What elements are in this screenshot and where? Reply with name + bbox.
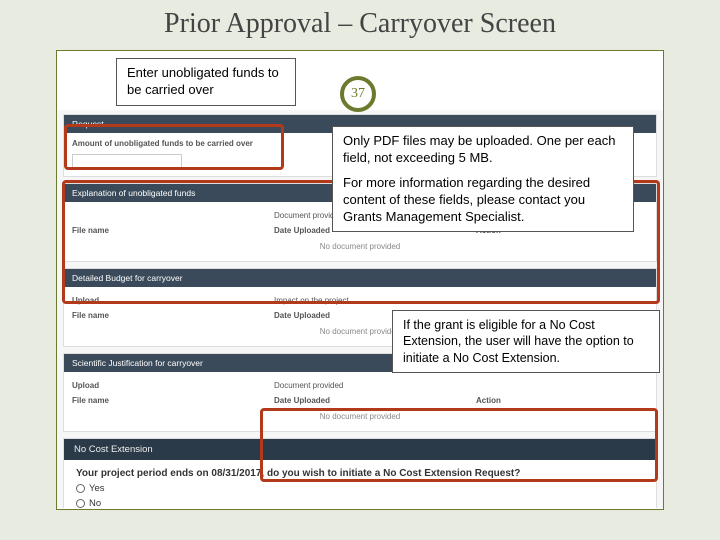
col-action: Action [476, 396, 648, 405]
upload-label[interactable]: Upload [72, 381, 244, 390]
callout-upload: Only PDF files may be uploaded. One per … [332, 126, 634, 232]
slide-title: Prior Approval – Carryover Screen [0, 8, 720, 40]
slide-number-badge: 37 [340, 76, 376, 112]
nce-no-label: No [89, 498, 101, 508]
callout-upload-contact: For more information regarding the desir… [343, 175, 623, 226]
highlight-nce-section [260, 408, 658, 482]
radio-icon [76, 484, 85, 493]
highlight-amount-field [64, 124, 284, 170]
col-filename: File name [72, 396, 244, 405]
col-filename: File name [72, 311, 244, 320]
radio-icon [76, 499, 85, 508]
nce-yes-label: Yes [89, 483, 105, 494]
doc-provided-label: Document provided [274, 381, 446, 390]
nce-option-yes[interactable]: Yes [76, 483, 644, 494]
callout-funds: Enter unobligated funds to be carried ov… [116, 58, 296, 106]
col-date: Date Uploaded [274, 396, 446, 405]
callout-nce: If the grant is eligible for a No Cost E… [392, 310, 660, 373]
callout-upload-rules: Only PDF files may be uploaded. One per … [343, 133, 623, 167]
nce-option-no[interactable]: No [76, 498, 644, 508]
